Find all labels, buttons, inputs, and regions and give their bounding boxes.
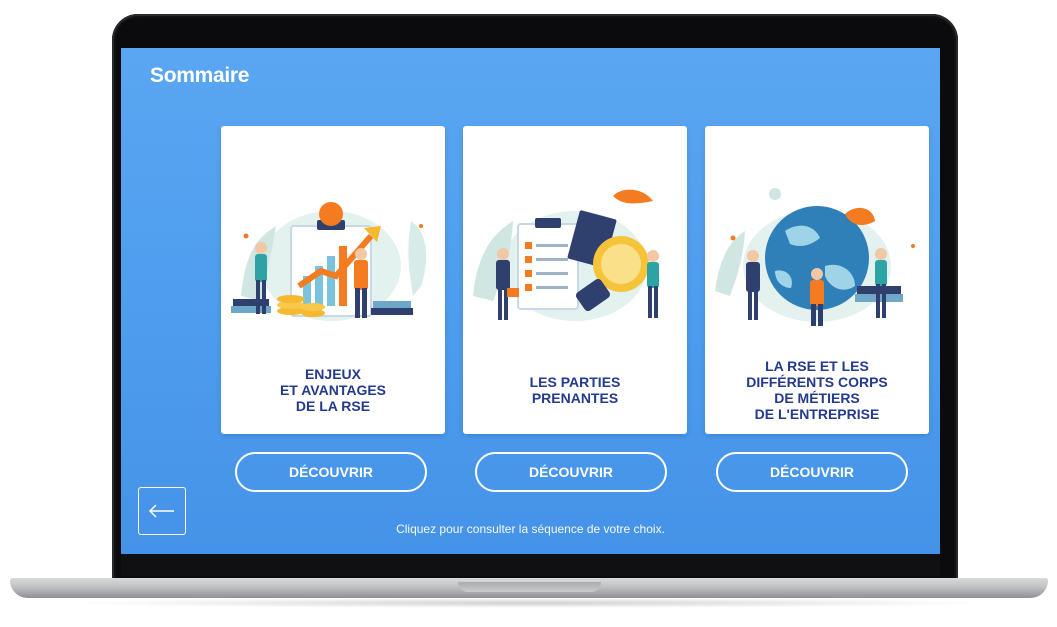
card-corps-de-metiers[interactable]: LA RSE ET LES DIFFÉRENTS CORPS DE MÉTIER… [705, 126, 929, 434]
stakeholders-illustration [473, 189, 659, 321]
decouvrir-button-parties-prenantes[interactable]: DÉCOUVRIR [475, 452, 667, 492]
decouvrir-button-enjeux[interactable]: DÉCOUVRIR [235, 452, 427, 492]
instruction-text: Cliquez pour consulter la séquence de vo… [396, 522, 665, 536]
card-title: LA RSE ET LES DIFFÉRENTS CORPS DE MÉTIER… [746, 358, 888, 422]
global-team-illustration [715, 188, 915, 326]
decouvrir-button-corps-de-metiers[interactable]: DÉCOUVRIR [716, 452, 908, 492]
page-title: Sommaire [150, 64, 250, 87]
laptop-base-notch [458, 582, 601, 592]
card-title: ENJEUX ET AVANTAGES DE LA RSE [279, 366, 387, 414]
app-screen: Sommaire ENJEUX ET AVANTAGES DE LA RSE L… [121, 48, 940, 554]
laptop-bezel [121, 554, 940, 576]
card-title: LES PARTIES PRENANTES [529, 374, 621, 406]
arrow-left-icon [148, 504, 174, 518]
business-growth-illustration [231, 202, 427, 321]
card-parties-prenantes[interactable]: LES PARTIES PRENANTES [463, 126, 687, 434]
laptop-shadow [60, 598, 998, 608]
card-enjeux[interactable]: ENJEUX ET AVANTAGES DE LA RSE [221, 126, 445, 434]
